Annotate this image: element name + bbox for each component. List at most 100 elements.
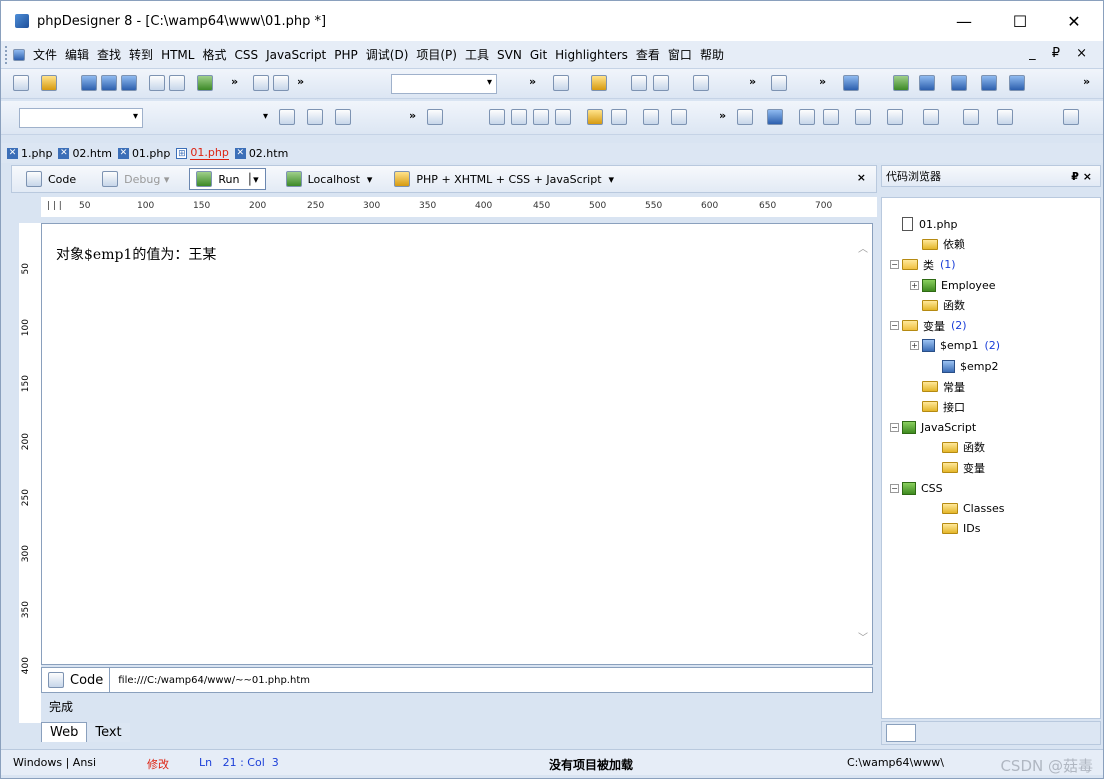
overflow-chevron-icon[interactable]: » — [297, 75, 304, 88]
menu-debug[interactable]: 调试(D) — [362, 46, 413, 63]
tab-text[interactable]: Text — [87, 723, 130, 742]
maximize-button[interactable]: ☐ — [997, 1, 1043, 41]
window-small-icon[interactable] — [643, 109, 659, 125]
panel-icon[interactable] — [893, 75, 909, 91]
tab-close-icon[interactable]: ✕ — [58, 147, 70, 159]
menu-edit[interactable]: 编辑 — [61, 46, 93, 63]
menu-goto[interactable]: 转到 — [125, 46, 157, 63]
language-mode-button[interactable]: PHP + XHTML + CSS + JavaScript ▾ — [388, 168, 620, 190]
tree-node[interactable]: Classes — [890, 498, 1004, 518]
overflow-chevron-icon[interactable]: » — [529, 75, 536, 88]
menu-highlighters[interactable]: Highlighters — [551, 48, 632, 62]
menu-project[interactable]: 项目(P) — [412, 46, 461, 63]
class-combo[interactable] — [149, 108, 273, 128]
plugin-icon[interactable] — [771, 75, 787, 91]
collapse-icon[interactable]: − — [890, 260, 899, 270]
menu-git[interactable]: Git — [526, 48, 551, 62]
tab-02-htm[interactable]: ✕ 02.htm — [58, 147, 112, 160]
code-button[interactable]: Code — [20, 168, 82, 190]
link-icon[interactable] — [737, 109, 753, 125]
preview-split-icon[interactable] — [923, 109, 939, 125]
search-combo[interactable] — [391, 74, 497, 94]
debug-button[interactable]: Debug ▾ — [96, 168, 175, 190]
overflow-chevron-icon[interactable]: » — [749, 75, 756, 88]
menu-css[interactable]: CSS — [230, 48, 262, 62]
tab-close-icon[interactable]: ✕ — [7, 147, 18, 159]
function-combo[interactable] — [19, 108, 143, 128]
menu-view[interactable]: 查看 — [632, 46, 664, 63]
close-button[interactable]: ✕ — [1051, 1, 1097, 41]
print-icon[interactable] — [149, 75, 165, 91]
settings-icon[interactable] — [997, 109, 1013, 125]
run-button[interactable]: Run │▾ — [189, 168, 266, 190]
edit-icon[interactable] — [553, 75, 569, 91]
align-left-icon[interactable] — [489, 109, 505, 125]
menu-tools[interactable]: 工具 — [461, 46, 493, 63]
tree-node[interactable]: − 变量 (2) — [890, 315, 1004, 335]
encoding-status[interactable]: Windows | Ansi — [13, 756, 96, 769]
list-icon[interactable] — [823, 109, 839, 125]
tab-web[interactable]: Web — [41, 722, 88, 742]
frame-icon[interactable] — [855, 109, 871, 125]
menu-help[interactable]: 帮助 — [696, 46, 728, 63]
hand-icon[interactable] — [587, 109, 603, 125]
browser-icon[interactable] — [197, 75, 213, 91]
tab-01-php-active[interactable]: ⊞ 01.php — [176, 146, 229, 160]
tree-node[interactable]: 接口 — [890, 397, 1004, 417]
preview-close-button[interactable]: × — [857, 171, 866, 184]
menu-window[interactable]: 窗口 — [664, 46, 696, 63]
menu-find[interactable]: 查找 — [93, 46, 125, 63]
overflow-chevron-icon[interactable]: » — [409, 109, 416, 122]
menu-svn[interactable]: SVN — [493, 48, 526, 62]
template-icon[interactable] — [307, 109, 323, 125]
globe-icon[interactable] — [843, 75, 859, 91]
tree-node[interactable]: − CSS — [890, 478, 1004, 498]
outdent-icon[interactable] — [555, 109, 571, 125]
minimize-button[interactable]: — — [941, 1, 987, 41]
save-all-icon[interactable] — [121, 75, 137, 91]
grip-handle[interactable] — [5, 45, 9, 64]
menu-format[interactable]: 格式 — [198, 46, 230, 63]
preview-pane[interactable]: 对象$emp1的值为：王某 ︿ ﹀ — [41, 223, 873, 665]
url-field[interactable]: file:///C:/wamp64/www/~~01.php.htm — [118, 675, 310, 686]
overflow-chevron-icon[interactable]: » — [231, 75, 238, 88]
image-insert-icon[interactable] — [767, 109, 783, 125]
code-view-button[interactable]: Code — [42, 668, 111, 692]
overflow-chevron-icon[interactable]: » — [1083, 75, 1090, 88]
menu-javascript[interactable]: JavaScript — [262, 48, 330, 62]
tree-node[interactable]: − JavaScript — [890, 417, 1004, 437]
tree-node[interactable]: + $emp1 (2) — [890, 336, 1004, 356]
tab-close-icon[interactable]: ✕ — [117, 147, 129, 159]
scroll-up-icon[interactable]: ︿ — [858, 240, 868, 255]
spell-icon[interactable] — [611, 109, 627, 125]
tab-1-php[interactable]: ✕ 1.php — [7, 147, 52, 160]
expand-icon[interactable]: + — [910, 280, 919, 290]
tree-node[interactable]: 01.php — [890, 214, 1004, 234]
tree-node[interactable]: − 类 (1) — [890, 255, 1004, 275]
tree-node[interactable]: $emp2 — [890, 356, 1004, 376]
mdi-controls[interactable]: _ ₽ × — [1029, 46, 1093, 61]
panel-right-icon[interactable] — [919, 75, 935, 91]
window-icon[interactable] — [1009, 75, 1025, 91]
align-right-icon[interactable] — [533, 109, 549, 125]
tree-node[interactable]: + Employee — [890, 275, 1004, 295]
panel-tab[interactable] — [886, 724, 916, 742]
tab-01-php[interactable]: ✕ 01.php — [117, 147, 170, 160]
localhost-button[interactable]: Localhost ▾ — [280, 168, 379, 190]
cut-icon[interactable] — [253, 75, 269, 91]
tree-node[interactable]: 函数 — [890, 295, 1004, 315]
menu-html[interactable]: HTML — [157, 48, 198, 62]
options-icon[interactable] — [1063, 109, 1079, 125]
bookmark-icon[interactable] — [591, 75, 607, 91]
tree-node[interactable]: 函数 — [890, 437, 1004, 457]
back-icon[interactable] — [693, 75, 709, 91]
expand-icon[interactable]: + — [910, 341, 919, 351]
collapse-icon[interactable]: − — [890, 321, 899, 331]
snippet-icon[interactable] — [335, 109, 351, 125]
tree-node[interactable]: 常量 — [890, 376, 1004, 396]
filter-next-icon[interactable] — [653, 75, 669, 91]
preview-icon[interactable] — [887, 109, 903, 125]
collapse-icon[interactable]: − — [890, 422, 899, 432]
menu-file[interactable]: 文件 — [29, 46, 61, 63]
external-preview-icon[interactable] — [963, 109, 979, 125]
